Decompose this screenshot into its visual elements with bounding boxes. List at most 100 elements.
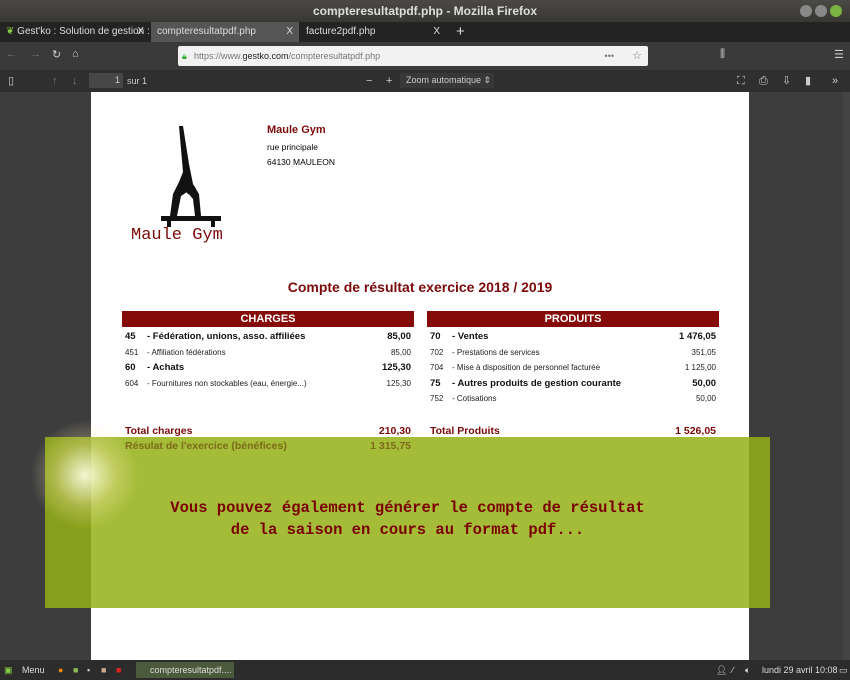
account-code: 70 — [430, 331, 441, 343]
total-produits-value: 1 526,05 — [675, 425, 716, 437]
total-charges-value: 210,30 — [378, 425, 411, 437]
sidebar-toggle-icon[interactable]: ▯ — [8, 70, 14, 92]
account-value: 85,00 — [387, 331, 411, 343]
produits-section: PRODUITS 70 - Ventes 1 476,05 702 - Prestati… — [427, 311, 719, 407]
account-value: 1 125,00 — [684, 363, 716, 373]
next-page-icon[interactable]: ↓ — [72, 70, 78, 92]
account-code: 752 — [430, 394, 444, 404]
result: Résulat de l'exercice (bénéfices) 1 315,7… — [125, 440, 411, 452]
pdf-toolbar: ▯ ↑ ↓ 1 sur 1 − + Zoom automatique ⇕ ⛶ ⎙… — [0, 70, 850, 92]
company-name: Maule Gym — [267, 124, 326, 136]
filezilla-launcher-icon[interactable]: ■ — [116, 660, 121, 680]
account-row: 704 - Mise à disposition de personnel fac… — [430, 360, 716, 376]
zoom-in-button[interactable]: + — [386, 70, 392, 92]
print-icon[interactable]: ⎙ — [759, 70, 768, 92]
account-code: 451 — [125, 347, 139, 357]
tab-label: facture2pdf.php — [306, 26, 376, 37]
menu-button[interactable]: Menu — [22, 660, 45, 680]
clock[interactable]: lundi 29 avril 10:08 — [762, 660, 838, 680]
forward-icon[interactable]: → — [30, 48, 41, 60]
taskbar-window-button[interactable]: compteresultatpdf.... — [136, 662, 234, 678]
zoom-out-button[interactable]: − — [366, 70, 372, 92]
account-label: - Ventes — [452, 331, 489, 343]
bookmark-icon[interactable]: ▮ — [805, 70, 811, 92]
company-city: 64130 MAULEON — [267, 157, 336, 167]
account-value: 125,30 — [381, 362, 411, 374]
firefox-launcher-icon[interactable]: ● — [58, 660, 63, 680]
result-value: 1 315,75 — [370, 440, 411, 452]
url-bar[interactable]: 🔒︎ https://www.gestko.com/compteresultat… — [178, 46, 648, 66]
account-row: 604 - Fournitures non stockables (eau, én… — [125, 376, 411, 392]
account-value: 50,00 — [692, 377, 716, 389]
fullscreen-icon[interactable]: ⛶ — [737, 70, 745, 92]
account-code: 704 — [430, 363, 444, 373]
user-icon[interactable]: 👤︎ — [716, 660, 727, 680]
prev-page-icon[interactable]: ↑ — [52, 70, 58, 92]
account-code: 60 — [125, 362, 136, 374]
account-value: 85,00 — [390, 347, 411, 357]
report-title: Compte de résultat exercice 2018 / 2019 — [287, 279, 553, 295]
account-code: 45 — [125, 331, 136, 343]
tab-compteresultat[interactable]: compteresultatpdf.php X — [151, 22, 299, 42]
overlay-line-2: de la saison en cours au format pdf... — [230, 521, 585, 539]
account-label: - Fournitures non stockables (eau, énerg… — [147, 378, 307, 388]
account-label: - Prestations de services — [452, 347, 540, 357]
tab-close-icon[interactable]: X — [286, 22, 293, 42]
library-icon[interactable]: ⫼ — [720, 48, 725, 61]
gymnast-logo — [161, 126, 221, 227]
files-launcher-icon[interactable]: ■ — [73, 660, 78, 680]
total-produits: Total Produits 1 526,05 — [430, 425, 716, 437]
editor-launcher-icon[interactable]: ■ — [101, 660, 106, 680]
page-number-input[interactable]: 1 — [89, 73, 123, 88]
tab-close-icon[interactable]: X — [433, 22, 440, 42]
new-tab-button[interactable]: + — [450, 22, 465, 42]
tab-close-icon[interactable]: X — [137, 22, 144, 42]
account-value: 125,30 — [386, 378, 411, 388]
total-produits-label: Total Produits — [430, 425, 500, 437]
show-desktop-icon[interactable]: ▭ — [839, 660, 848, 680]
maximize-button[interactable] — [815, 5, 827, 17]
account-row: 752 - Cotisations 50,00 — [430, 391, 716, 407]
total-charges-label: Total charges — [125, 425, 193, 437]
account-label: - Fédération, unions, asso. affiliées — [147, 331, 306, 343]
account-row: 45 - Fédération, unions, asso. affiliées 8… — [125, 329, 411, 345]
account-row: 702 - Prestations de services 351,05 — [430, 345, 716, 361]
overlay-text: Vous pouvez également générer le compte … — [45, 497, 770, 541]
back-icon[interactable]: ← — [6, 48, 17, 60]
tab-facture[interactable]: facture2pdf.php X — [300, 22, 446, 42]
menu-icon[interactable]: ☰ — [834, 48, 844, 61]
tools-icon[interactable]: » — [832, 70, 838, 92]
more-actions-icon[interactable]: ••• — [605, 46, 614, 66]
account-value: 1 476,05 — [679, 331, 716, 343]
scrollbar[interactable] — [843, 92, 850, 660]
tab-label: compteresultatpdf.php — [157, 26, 256, 37]
account-label: - Cotisations — [452, 394, 497, 404]
url-path: /compteresultatpdf.php — [288, 51, 381, 61]
zoom-select[interactable]: Zoom automatique ⇕ — [400, 73, 494, 88]
network-icon[interactable]: ∕ — [732, 660, 734, 680]
volume-icon[interactable]: 🔈︎ — [745, 660, 750, 680]
account-row: 451 - Affiliation fédérations 85,00 — [125, 345, 411, 361]
tab-bar: ❦ Gest'ko : Solution de gestion :X compt… — [0, 22, 850, 42]
page-count: sur 1 — [127, 76, 148, 86]
account-row: 70 - Ventes 1 476,05 — [430, 329, 716, 345]
download-icon[interactable]: ⇩ — [782, 70, 791, 92]
bookmark-star-icon[interactable]: ☆ — [632, 46, 642, 66]
home-icon[interactable]: ⌂ — [72, 48, 79, 60]
close-window-button[interactable] — [830, 5, 842, 17]
taskbar: ▣ Menu ● ■ ▪ ■ ■ compteresultatpdf.... 👤… — [0, 660, 850, 680]
result-label: Résulat de l'exercice (bénéfices) — [125, 440, 287, 452]
account-code: 604 — [125, 378, 139, 388]
account-row: 60 - Achats 125,30 — [125, 360, 411, 376]
reload-icon[interactable]: ↻ — [52, 48, 61, 61]
charges-header: CHARGES — [122, 311, 414, 327]
minimize-button[interactable] — [800, 5, 812, 17]
logo-text: Maule Gym — [131, 226, 223, 245]
account-code: 702 — [430, 347, 444, 357]
mint-logo-icon[interactable]: ▣ — [4, 660, 13, 680]
overlay-line-1: Vous pouvez également générer le compte … — [170, 499, 645, 517]
tab-gestko[interactable]: ❦ Gest'ko : Solution de gestion :X — [0, 22, 150, 42]
terminal-launcher-icon[interactable]: ▪ — [87, 660, 90, 680]
account-label: - Achats — [147, 362, 185, 374]
account-value: 351,05 — [691, 347, 716, 357]
